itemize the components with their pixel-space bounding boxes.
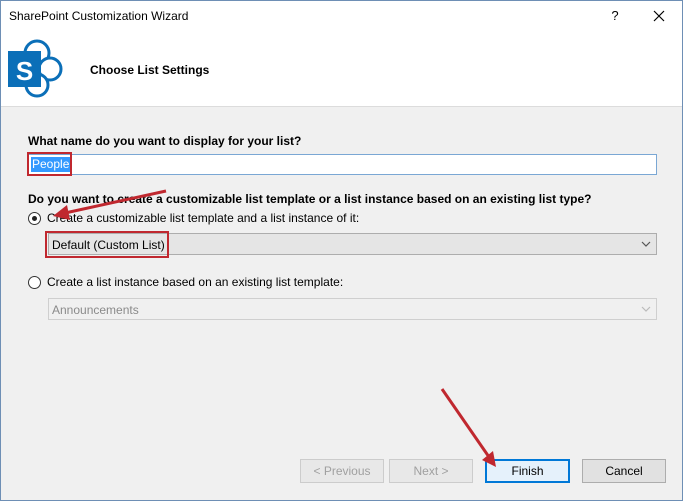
next-button[interactable]: Next > [389,459,473,483]
wizard-window: SharePoint Customization Wizard ? S Choo… [0,0,683,501]
page-title: Choose List Settings [90,63,210,77]
custom-template-radio[interactable] [28,212,41,225]
previous-button[interactable]: < Previous [300,459,384,483]
cancel-button[interactable]: Cancel [582,459,666,483]
wizard-content: What name do you want to display for you… [1,106,682,500]
title-bar: SharePoint Customization Wizard ? [1,1,682,31]
logo-letter: S [16,56,33,86]
finish-button[interactable]: Finish [485,459,570,483]
custom-template-label[interactable]: Create a customizable list template and … [47,211,359,225]
template-highlight-box [45,231,169,258]
chevron-down-icon [641,241,651,247]
existing-template-radio[interactable] [28,276,41,289]
sharepoint-logo-icon: S [8,39,63,98]
chevron-down-icon [641,306,651,312]
close-button[interactable] [645,5,673,27]
list-name-input[interactable] [28,154,657,175]
existing-template-dropdown[interactable]: Announcements [48,298,657,320]
help-button[interactable]: ? [603,5,627,27]
existing-template-selected: Announcements [52,303,139,317]
list-name-question: What name do you want to display for you… [28,134,302,148]
existing-template-label[interactable]: Create a list instance based on an exist… [47,275,343,289]
name-highlight-box [27,152,72,176]
close-icon [653,10,665,22]
window-title: SharePoint Customization Wizard [9,9,189,23]
list-type-question: Do you want to create a customizable lis… [28,192,592,206]
wizard-header: S Choose List Settings [1,31,682,106]
